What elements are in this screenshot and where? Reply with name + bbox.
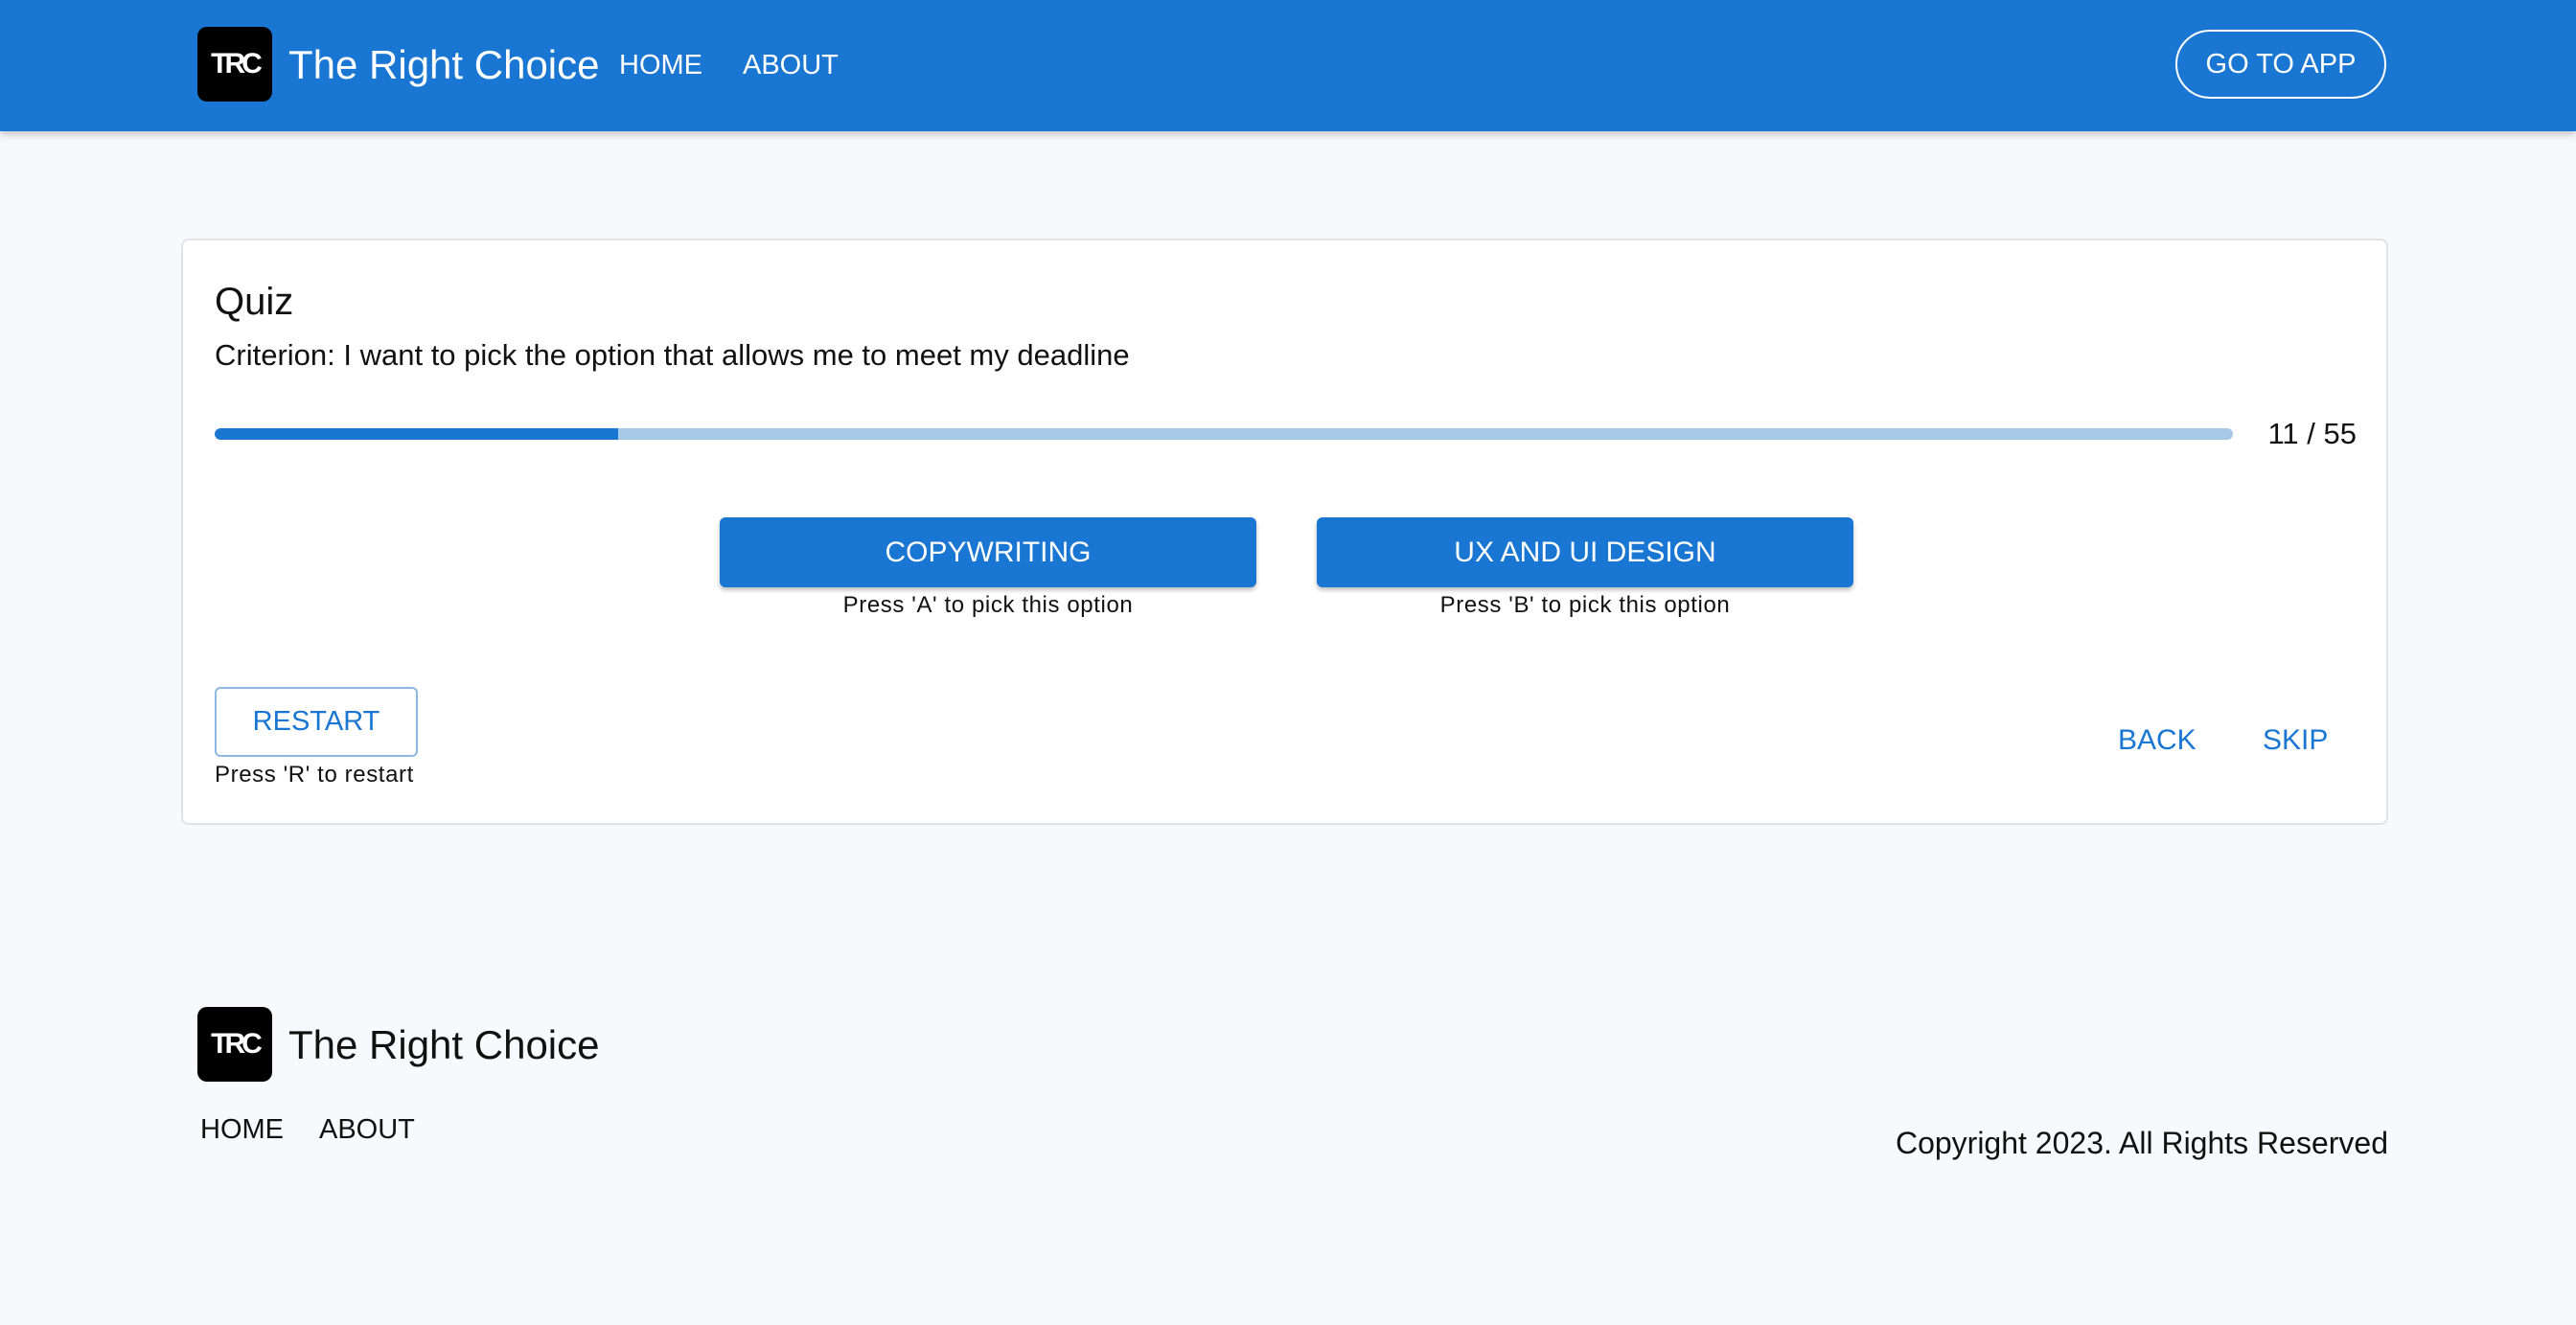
quiz-title: Quiz (215, 281, 294, 323)
go-to-app-button[interactable]: GO TO APP (2175, 30, 2386, 99)
back-button[interactable]: BACK (2118, 720, 2196, 762)
quiz-progress-fill (215, 428, 619, 440)
option-b-button[interactable]: UX AND UI DESIGN (1317, 517, 1853, 587)
brand-name[interactable]: The Right Choice (288, 38, 600, 92)
copyright-text: Copyright 2023. All Rights Reserved (1895, 1126, 2388, 1160)
quiz-criterion: Criterion: I want to pick the option tha… (215, 338, 1130, 372)
option-b-hint: Press 'B' to pick this option (1439, 592, 1731, 618)
footer-brand-name[interactable]: The Right Choice (288, 1018, 600, 1072)
trc-logo[interactable]: TRC (197, 27, 272, 102)
nav-home-link[interactable]: HOME (619, 46, 702, 84)
quiz-card: Quiz Criterion: I want to pick the optio… (181, 239, 2388, 825)
restart-hint: Press 'R' to restart (215, 762, 414, 788)
skip-button[interactable]: SKIP (2263, 720, 2328, 762)
nav-about-link[interactable]: ABOUT (743, 46, 839, 84)
option-a-button[interactable]: COPYWRITING (720, 517, 1256, 587)
footer-nav-about-link[interactable]: ABOUT (319, 1110, 415, 1149)
footer-trc-logo[interactable]: TRC (197, 1007, 272, 1082)
option-a-hint: Press 'A' to pick this option (842, 592, 1134, 618)
quiz-progress-count: 11 / 55 (2267, 417, 2357, 450)
restart-button[interactable]: RESTART (215, 687, 418, 757)
quiz-progress-bar (215, 428, 2233, 440)
app-header: TRC The Right Choice HOME ABOUT GO TO AP… (0, 0, 2576, 131)
footer-nav-home-link[interactable]: HOME (200, 1110, 284, 1149)
